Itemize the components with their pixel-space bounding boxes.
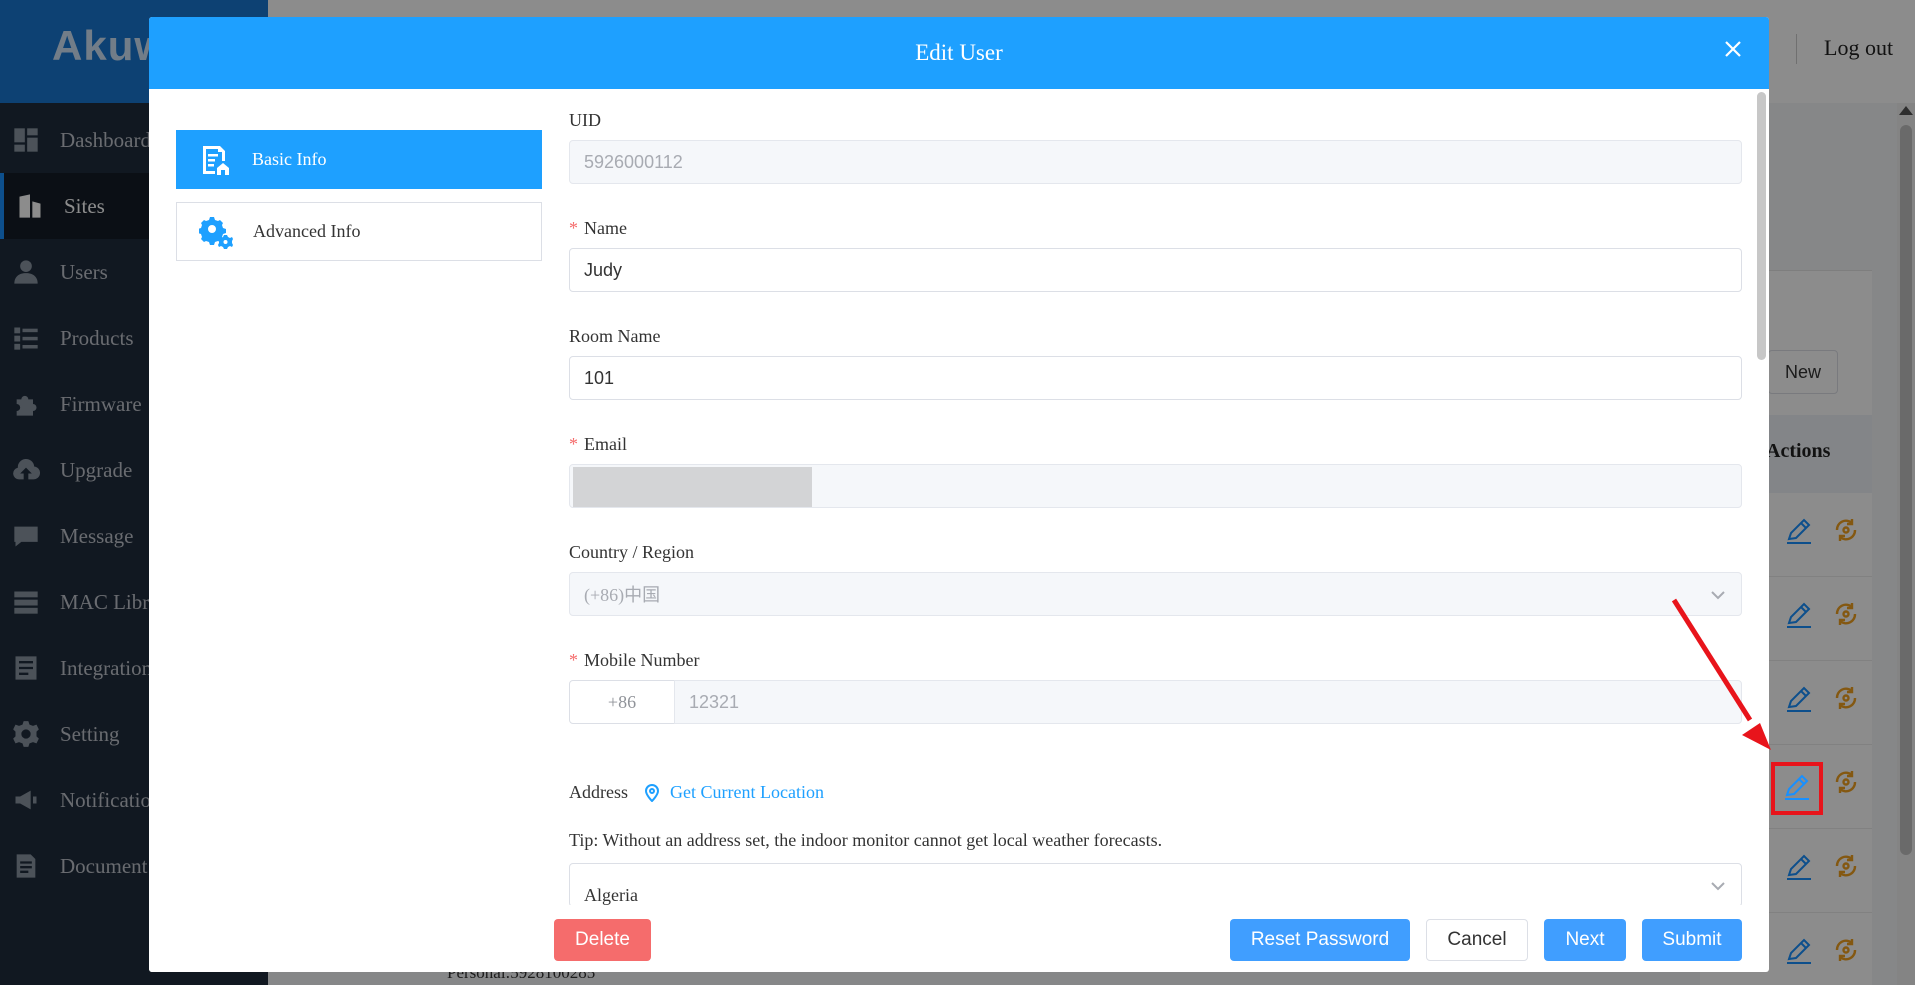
chevron-down-icon xyxy=(1709,586,1727,604)
close-icon[interactable] xyxy=(1720,36,1746,62)
country-label: Country / Region xyxy=(569,542,694,562)
email-field xyxy=(569,464,1742,508)
location-link-text: Get Current Location xyxy=(670,782,824,802)
mobile-label: * Mobile Number xyxy=(569,650,699,671)
dialog-header: Edit User xyxy=(149,17,1769,89)
id-card-icon xyxy=(198,143,232,177)
email-label-text: Email xyxy=(584,434,627,454)
cancel-button[interactable]: Cancel xyxy=(1426,919,1528,961)
tab-label: Basic Info xyxy=(252,149,327,169)
name-value: Judy xyxy=(584,259,623,280)
address-label: Address xyxy=(569,782,628,802)
dialog-scrollbar-thumb[interactable] xyxy=(1757,92,1766,360)
address-country-value: Algeria xyxy=(584,884,638,905)
mobile-label-text: Mobile Number xyxy=(584,650,700,670)
edit-user-dialog: Edit User Basic Info Advanced Info UID 5… xyxy=(149,17,1769,972)
get-current-location-link[interactable]: Get Current Location xyxy=(644,782,824,803)
gears-icon xyxy=(199,215,233,249)
mobile-prefix: +86 xyxy=(569,680,675,724)
location-pin-icon xyxy=(644,783,660,802)
mobile-value: 12321 xyxy=(689,691,740,712)
dialog-title: Edit User xyxy=(915,40,1003,65)
name-label-text: Name xyxy=(584,218,627,238)
required-mark: * xyxy=(569,434,578,454)
email-redacted-block xyxy=(573,467,812,507)
next-button[interactable]: Next xyxy=(1544,919,1626,961)
room-name-field[interactable]: 101 xyxy=(569,356,1742,400)
mobile-field: 12321 xyxy=(674,680,1742,724)
country-value: (+86)中国 xyxy=(584,585,661,605)
uid-field: 5926000112 xyxy=(569,140,1742,184)
tab-advanced-info[interactable]: Advanced Info xyxy=(176,202,542,261)
required-mark: * xyxy=(569,218,578,238)
name-field[interactable]: Judy xyxy=(569,248,1742,292)
name-label: * Name xyxy=(569,218,627,239)
required-mark: * xyxy=(569,650,578,670)
room-name-label: Room Name xyxy=(569,326,661,346)
email-label: * Email xyxy=(569,434,627,455)
submit-button[interactable]: Submit xyxy=(1642,919,1742,961)
tab-basic-info[interactable]: Basic Info xyxy=(176,130,542,189)
country-select: (+86)中国 xyxy=(569,572,1742,616)
room-name-value: 101 xyxy=(584,367,615,388)
address-tip: Tip: Without an address set, the indoor … xyxy=(569,830,1163,850)
highlight-box xyxy=(1771,762,1823,815)
uid-label: UID xyxy=(569,110,601,130)
tab-label: Advanced Info xyxy=(253,221,361,241)
reset-password-button[interactable]: Reset Password xyxy=(1230,919,1410,961)
chevron-down-icon xyxy=(1709,877,1727,895)
delete-button[interactable]: Delete xyxy=(554,919,651,961)
uid-value: 5926000112 xyxy=(584,151,683,172)
address-country-select[interactable]: Algeria xyxy=(569,863,1742,907)
